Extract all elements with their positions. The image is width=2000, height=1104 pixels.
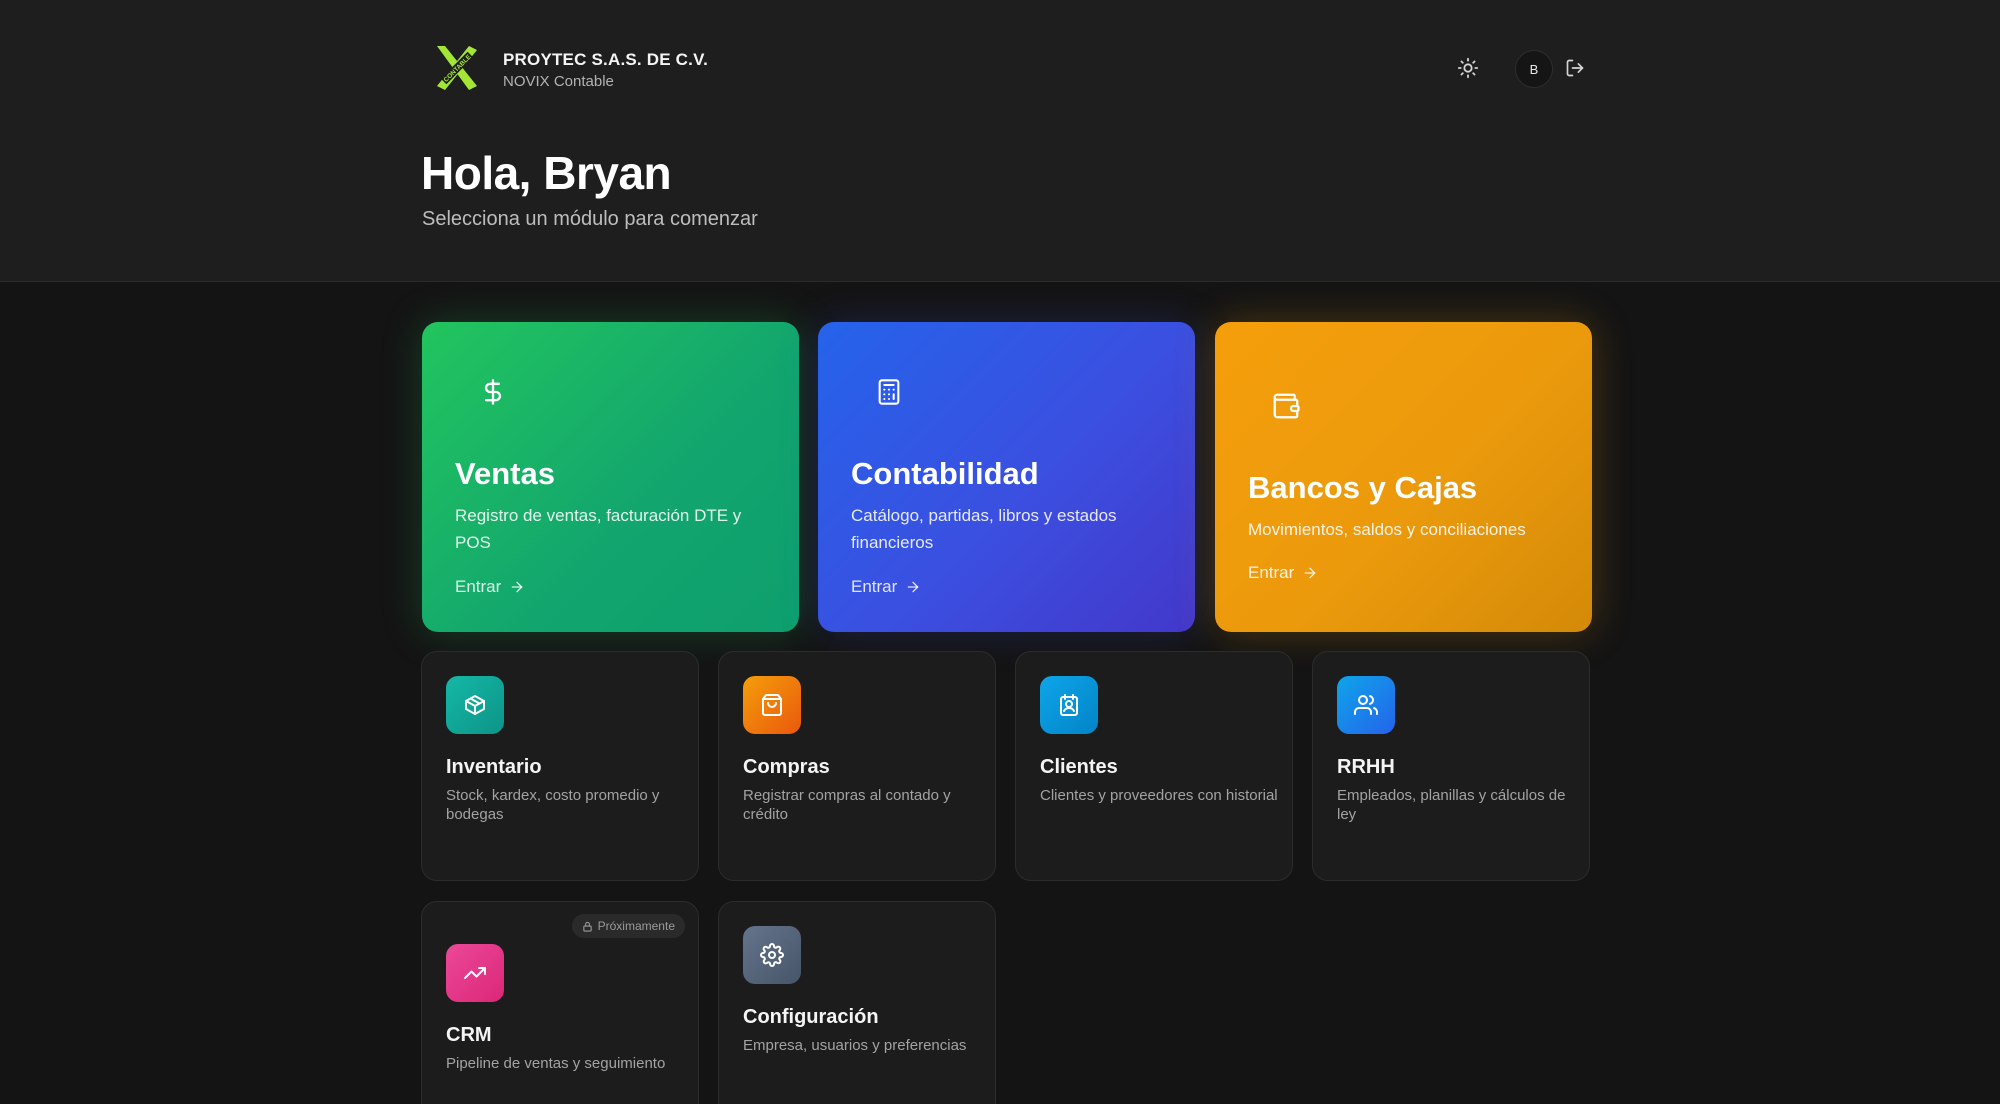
- wallet-icon: [1266, 386, 1306, 426]
- module-card-ventas[interactable]: Ventas Registro de ventas, facturación D…: [422, 322, 799, 632]
- module-title: RRHH: [1337, 756, 1395, 778]
- module-description: Empresa, usuarios y preferencias: [743, 1037, 967, 1054]
- calculator-icon: [869, 372, 909, 412]
- dollar-icon: [473, 372, 513, 412]
- trending-up-icon: [446, 944, 504, 1002]
- lock-icon: [582, 921, 592, 932]
- module-description: Clientes y proveedores con historial: [1040, 787, 1278, 804]
- module-title: Contabilidad: [851, 456, 1039, 491]
- enter-link[interactable]: Entrar: [851, 577, 921, 597]
- package-icon: [446, 676, 504, 734]
- module-description: Empleados, planillas y cálculos de ley: [1337, 787, 1566, 823]
- module-description: Catálogo, partidas, libros y estados fin…: [851, 506, 1117, 552]
- company-info: PROYTEC S.A.S. DE C.V. NOVIX Contable: [503, 50, 708, 90]
- enter-label: Entrar: [455, 577, 502, 596]
- badge-label: Próximamente: [597, 919, 675, 933]
- module-title: Compras: [743, 756, 830, 778]
- module-title: Clientes: [1040, 756, 1118, 778]
- module-title: Inventario: [446, 756, 542, 778]
- module-description: Pipeline de ventas y seguimiento: [446, 1055, 666, 1072]
- module-description: Registro de ventas, facturación DTE y PO…: [455, 506, 742, 552]
- module-card-compras[interactable]: Compras Registrar compras al contado y c…: [718, 651, 996, 881]
- module-card-clientes[interactable]: Clientes Clientes y proveedores con hist…: [1015, 651, 1293, 881]
- logout-button[interactable]: [1561, 54, 1589, 82]
- module-card-contabilidad[interactable]: Contabilidad Catálogo, partidas, libros …: [818, 322, 1195, 632]
- novix-logo[interactable]: CONTABLE: [433, 44, 481, 92]
- sun-icon: [1457, 57, 1479, 79]
- user-avatar[interactable]: B: [1515, 50, 1553, 88]
- enter-label: Entrar: [1248, 563, 1295, 582]
- coming-soon-badge: Próximamente: [571, 914, 685, 938]
- top-banner: [0, 0, 2000, 282]
- arrow-right-icon: [907, 581, 919, 593]
- users-icon: [1337, 676, 1395, 734]
- module-card-inventario[interactable]: Inventario Stock, kardex, costo promedio…: [421, 651, 699, 881]
- module-title: Ventas: [455, 456, 555, 491]
- app-header: CONTABLE PROYTEC S.A.S. DE C.V. NOVIX Co…: [421, 44, 1591, 92]
- arrow-right-icon: [1304, 567, 1316, 579]
- module-title: Configuración: [743, 1006, 879, 1028]
- enter-label: Entrar: [851, 577, 898, 596]
- module-description: Movimientos, saldos y conciliaciones: [1248, 520, 1526, 539]
- enter-link[interactable]: Entrar: [455, 577, 525, 597]
- enter-link[interactable]: Entrar: [1248, 563, 1318, 583]
- module-card-crm[interactable]: Próximamente CRM Pipeline de ventas y se…: [421, 901, 699, 1104]
- contact-icon: [1040, 676, 1098, 734]
- module-description: Registrar compras al contado y crédito: [743, 787, 951, 823]
- arrow-right-icon: [511, 581, 523, 593]
- logout-icon: [1566, 59, 1584, 77]
- page-title: Hola, Bryan: [421, 147, 672, 199]
- shopping-bag-icon: [743, 676, 801, 734]
- company-name: PROYTEC S.A.S. DE C.V.: [503, 50, 708, 69]
- module-card-bancos-cajas[interactable]: Bancos y Cajas Movimientos, saldos y con…: [1215, 322, 1592, 632]
- module-description: Stock, kardex, costo promedio y bodegas: [446, 787, 660, 823]
- page-subtitle: Selecciona un módulo para comenzar: [422, 208, 758, 230]
- app-name: NOVIX Contable: [503, 73, 614, 90]
- module-title: Bancos y Cajas: [1248, 470, 1478, 505]
- theme-toggle-button[interactable]: [1454, 54, 1482, 82]
- module-card-configuracion[interactable]: Configuración Empresa, usuarios y prefer…: [718, 901, 996, 1104]
- module-title: CRM: [446, 1024, 492, 1046]
- gear-icon: [743, 926, 801, 984]
- module-card-rrhh[interactable]: RRHH Empleados, planillas y cálculos de …: [1312, 651, 1590, 881]
